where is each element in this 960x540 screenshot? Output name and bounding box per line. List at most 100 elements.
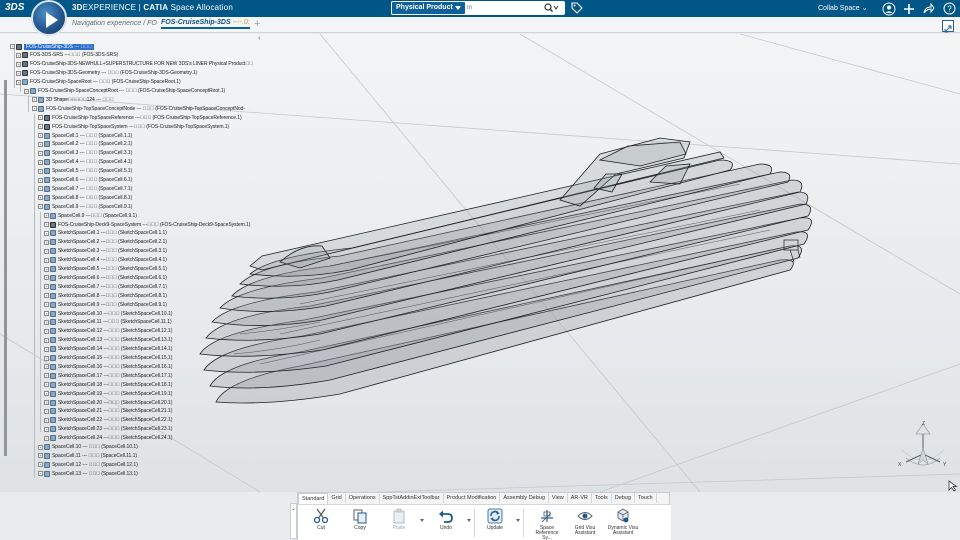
- expand-toggle-icon[interactable]: +: [38, 159, 43, 165]
- tree-node[interactable]: + SketchSpaceCell.21 ---᷍᷍᷍ (SketchSpaceC…: [44, 407, 172, 416]
- tree-node[interactable]: + SpaceCell.5 --- ᷍᷍᷍ (SpaceCell.5.1): [38, 167, 132, 176]
- tree-node[interactable]: + SketchSpaceCell.16 ---᷍᷍᷍ (SketchSpaceC…: [44, 362, 172, 371]
- 3d-viewport[interactable]: ‹ + FOS-CruiseShip-3DS --- ᷍᷍᷍ + FOS-3DS-SR…: [0, 34, 960, 492]
- tab-view[interactable]: View: [549, 493, 568, 503]
- expand-toggle-icon[interactable]: +: [44, 311, 49, 316]
- expand-toggle-icon[interactable]: +: [44, 355, 49, 361]
- tree-node[interactable]: + SketchSpaceCell.11 ---᷍᷍᷍ (SketchSpaceC…: [44, 318, 172, 327]
- expand-toggle-icon[interactable]: +: [32, 106, 37, 112]
- collab-space-selector[interactable]: Collab Space ⌄: [818, 4, 867, 12]
- expand-toggle-icon[interactable]: +: [44, 230, 49, 236]
- ds-logo[interactable]: 3DS: [5, 2, 24, 13]
- tab-tools[interactable]: Tools: [592, 493, 612, 503]
- expand-toggle-icon[interactable]: +: [44, 319, 49, 325]
- update-button[interactable]: Update: [478, 508, 512, 539]
- expand-toggle-icon[interactable]: +: [38, 133, 43, 138]
- add-tab-button[interactable]: +: [254, 18, 260, 30]
- tree-node[interactable]: + FOS-CruiseShip-TopSpaceConceptNode --- …: [32, 104, 245, 113]
- expand-toggle-icon[interactable]: +: [44, 400, 49, 405]
- expand-toggle-icon[interactable]: +: [16, 79, 21, 85]
- add-icon[interactable]: [902, 2, 916, 16]
- tree-node[interactable]: + SpaceCell.12 --- ᷍᷍᷍ (SpaceCell.12.1): [38, 460, 138, 469]
- tree-node[interactable]: + SketchSpaceCell.5 ---᷍᷍᷍ (SketchSpaceCe…: [44, 265, 167, 274]
- expand-toggle-icon[interactable]: +: [44, 248, 49, 254]
- expand-toggle-icon[interactable]: +: [38, 471, 43, 477]
- search-input[interactable]: [467, 2, 541, 14]
- tree-node[interactable]: + SpaceCell.13 --- ᷍᷍᷍ (SpaceCell.13.1): [38, 469, 138, 478]
- tree-node[interactable]: + FOS-CruiseShip-TopSpaceReference ---᷍᷍᷍…: [38, 113, 242, 122]
- user-icon[interactable]: [882, 2, 896, 16]
- tab-navigation-experience[interactable]: Navigation experience / FO: [72, 20, 157, 27]
- tree-vertical-scrollbar[interactable]: [4, 80, 7, 456]
- expand-toggle-icon[interactable]: +: [44, 391, 49, 397]
- expand-toggle-icon[interactable]: +: [38, 141, 43, 147]
- help-icon[interactable]: ?: [942, 2, 956, 16]
- expand-toggle-icon[interactable]: +: [44, 435, 49, 441]
- specification-tree[interactable]: ‹ + FOS-CruiseShip-3DS --- ᷍᷍᷍ + FOS-3DS-SR…: [0, 34, 268, 486]
- tab-assembly-debug[interactable]: Assembly Debug: [500, 493, 549, 503]
- tab-spptstaddinexttoolbar[interactable]: SppTstAddinExtToolbar: [380, 493, 444, 503]
- grid-visu-assistant-button[interactable]: Grid Visu Assistant: [568, 508, 602, 539]
- collapse-tree-icon[interactable]: ‹: [258, 35, 265, 43]
- expand-toggle-icon[interactable]: +: [32, 97, 37, 103]
- tree-node[interactable]: + SpaceCell.6 --- ᷍᷍᷍ (SpaceCell.6.1): [38, 176, 132, 185]
- expand-toggle-icon[interactable]: +: [44, 426, 49, 432]
- expand-toggle-icon[interactable]: +: [10, 44, 15, 49]
- expand-toggle-icon[interactable]: +: [16, 61, 21, 67]
- expand-toggle-icon[interactable]: +: [44, 382, 49, 388]
- copy-button[interactable]: Copy: [343, 508, 377, 539]
- tree-node[interactable]: + SketchSpaceCell.17 ---᷍᷍᷍ (SketchSpaceC…: [44, 371, 172, 380]
- tree-node[interactable]: + SketchSpaceCell.8 ---᷍᷍᷍ (SketchSpaceCe…: [44, 291, 167, 300]
- tree-node[interactable]: + SpaceCell.8 --- ᷍᷍᷍ (SpaceCell.8.1): [38, 193, 132, 202]
- tree-node[interactable]: + SketchSpaceCell.15 ---᷍᷍᷍ (SketchSpaceC…: [44, 354, 172, 363]
- expand-toggle-icon[interactable]: +: [38, 150, 43, 156]
- tree-node[interactable]: + FOS-CruiseShip-TopSpaceSystem ---᷍᷍᷍ (F…: [38, 122, 229, 131]
- tree-node[interactable]: + SketchSpaceCell.22 ---᷍᷍᷍ (SketchSpaceC…: [44, 416, 172, 425]
- tree-node[interactable]: + SketchSpaceCell.1 ---᷍᷍᷍ (SketchSpaceCe…: [44, 229, 167, 238]
- expand-toggle-icon[interactable]: +: [44, 275, 49, 281]
- expand-toggle-icon[interactable]: +: [44, 239, 49, 245]
- tree-node[interactable]: + SketchSpaceCell.19 ---᷍᷍᷍ (SketchSpaceC…: [44, 389, 172, 398]
- expand-toggle-icon[interactable]: +: [38, 444, 43, 450]
- tree-node[interactable]: + SpaceCell.10 --- ᷍᷍᷍ (SpaceCell.10.1): [38, 443, 138, 452]
- tree-node[interactable]: + SketchSpaceCell.2 ---᷍᷍᷍ (SketchSpaceCe…: [44, 238, 167, 247]
- tree-node[interactable]: + FOS-CruiseShip-SpaceConceptRoot --- ᷍᷍᷍…: [24, 87, 225, 96]
- tab-active-document[interactable]: FOS-CruiseShip-3DS ----.0:: [161, 19, 250, 29]
- tree-node[interactable]: + SpaceCell.7 --- ᷍᷍᷍ (SpaceCell.7.1): [38, 184, 132, 193]
- space-reference-system-button[interactable]: Space Reference Sy...: [530, 508, 564, 540]
- tree-node[interactable]: + FOS-3DS-SRS ---᷍᷍᷍ (FOS-3DS-SRS): [16, 51, 118, 60]
- tree-node[interactable]: + SketchSpaceCell.12 ---᷍᷍᷍ (SketchSpaceC…: [44, 327, 172, 336]
- search-icon[interactable]: [542, 2, 560, 14]
- expand-toggle-icon[interactable]: +: [44, 302, 49, 308]
- expand-toggle-icon[interactable]: +: [44, 337, 49, 343]
- expand-toggle-icon[interactable]: +: [44, 257, 49, 263]
- expand-toggle-icon[interactable]: +: [38, 453, 43, 459]
- tree-node[interactable]: + SketchSpaceCell.23 ---᷍᷍᷍ (SketchSpaceC…: [44, 425, 172, 434]
- tree-node[interactable]: + SketchSpaceCell.3 ---᷍᷍᷍ (SketchSpaceCe…: [44, 247, 167, 256]
- undo-dropdown-icon[interactable]: [467, 519, 471, 522]
- tree-node[interactable]: + SpaceCell.11 --- ᷍᷍᷍ (SpaceCell.11.1): [38, 451, 137, 460]
- expand-toggle-icon[interactable]: +: [38, 168, 43, 174]
- maximize-icon[interactable]: [942, 20, 954, 33]
- expand-toggle-icon[interactable]: +: [38, 186, 43, 192]
- expand-toggle-icon[interactable]: +: [16, 52, 21, 58]
- expand-toggle-icon[interactable]: +: [24, 88, 29, 94]
- tree-node[interactable]: + SketchSpaceCell.10 ---᷍᷍᷍ (SketchSpaceC…: [44, 309, 172, 318]
- paste-dropdown-icon[interactable]: [420, 519, 424, 522]
- tree-node[interactable]: + FOS-CruiseShip-3DS-NEWHULL+SUPERSTRUCTU…: [16, 60, 253, 69]
- tab-touch[interactable]: Touch: [635, 493, 657, 503]
- tree-node[interactable]: + SpaceCell.9 ---᷍᷍᷍ (SpaceCell.9.1): [44, 211, 137, 220]
- expand-toggle-icon[interactable]: +: [44, 293, 49, 299]
- search-scope-dropdown[interactable]: Physical Product: [392, 2, 465, 14]
- expand-toggle-icon[interactable]: +: [44, 266, 49, 272]
- tab-debug[interactable]: Debug: [612, 493, 635, 503]
- tree-node[interactable]: + SpaceCell.1 --- ᷍᷍᷍ (SpaceCell.1.1): [38, 131, 132, 140]
- compass-logo-button[interactable]: [31, 0, 67, 36]
- expand-toggle-icon[interactable]: +: [38, 195, 43, 201]
- tag-icon[interactable]: [571, 2, 583, 14]
- dynamic-visu-assistant-button[interactable]: Dynamic Visu Assistant: [606, 508, 640, 539]
- cut-button[interactable]: Cut: [304, 508, 338, 539]
- tree-node[interactable]: + SketchSpaceCell.9 ---᷍᷍᷍ (SketchSpaceCe…: [44, 300, 167, 309]
- undo-button[interactable]: Undo: [429, 508, 463, 539]
- expand-toggle-icon[interactable]: +: [38, 177, 43, 183]
